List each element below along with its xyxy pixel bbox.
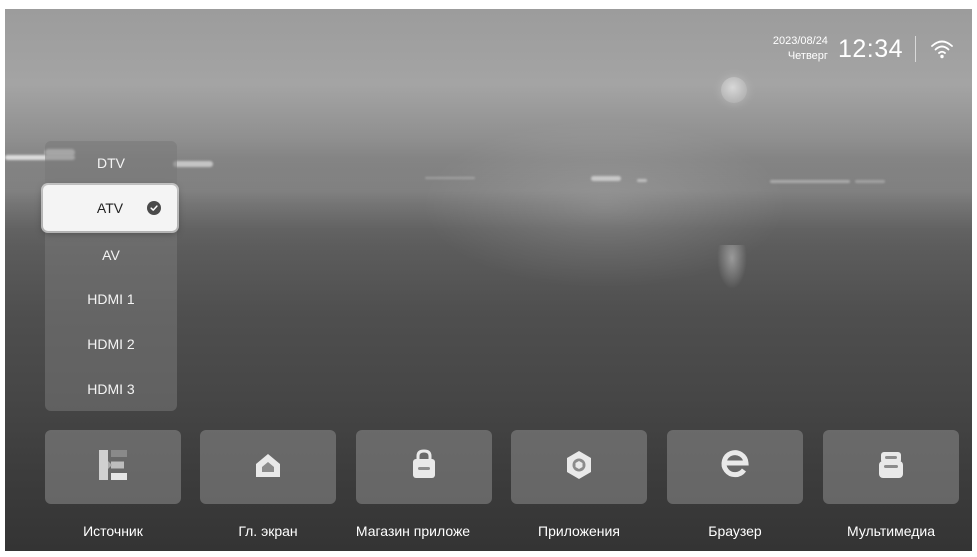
dock-label-home: Гл. экран [238, 523, 298, 539]
status-bar: 2023/08/24 Четверг 12:34 [773, 29, 956, 69]
dock-tile-multimedia[interactable] [823, 430, 959, 504]
dock-label-app-store: Магазин приложе [355, 523, 471, 539]
multimedia-icon [875, 449, 907, 486]
cloud [173, 161, 213, 167]
wifi-icon[interactable] [928, 37, 956, 61]
home-icon [253, 450, 283, 485]
dock-tile-home[interactable] [200, 430, 336, 504]
source-item-label: AV [102, 247, 120, 263]
cloud [425, 177, 475, 179]
apps-icon [563, 449, 595, 486]
dock-label-browser: Браузер [708, 523, 762, 539]
cloud [855, 180, 885, 183]
dock-label-source: Источник [83, 523, 143, 539]
dock-tile-source[interactable] [45, 430, 181, 504]
dock-label-apps: Приложения [538, 523, 620, 539]
sun-image [721, 77, 747, 103]
dock-tile-apps[interactable] [511, 430, 647, 504]
source-item-label: HDMI 3 [87, 381, 135, 397]
source-icon [96, 448, 130, 487]
source-item-hdmi1[interactable]: HDMI 1 [45, 277, 177, 321]
checkmark-icon [147, 201, 161, 215]
cloud [591, 176, 621, 181]
clock-time: 12:34 [837, 34, 903, 63]
dock-label-multimedia: Мультимедиа [847, 523, 935, 539]
source-item-hdmi2[interactable]: HDMI 2 [45, 322, 177, 366]
weekday-text: Четверг [787, 50, 828, 62]
source-item-label: HDMI 2 [87, 336, 135, 352]
source-item-av[interactable]: AV [45, 233, 177, 277]
source-item-dtv[interactable]: DTV [45, 141, 177, 185]
dock-tile-browser[interactable] [667, 430, 803, 504]
tv-home-screen: 2023/08/24 Четверг 12:34 DTV ATV AV HDMI… [5, 9, 972, 551]
source-item-hdmi3[interactable]: HDMI 3 [45, 367, 177, 411]
date-text: 2023/08/24 [772, 35, 828, 47]
cloud [637, 179, 647, 182]
date-block: 2023/08/24 Четверг [773, 35, 828, 63]
source-item-label: ATV [96, 200, 124, 216]
sun-reflection [717, 245, 747, 289]
source-item-atv[interactable]: ATV [43, 185, 177, 231]
dock-tile-app-store[interactable] [356, 430, 492, 504]
cloud [770, 180, 850, 183]
app-store-icon [409, 448, 439, 486]
status-divider [915, 36, 916, 62]
browser-icon [718, 448, 752, 487]
source-item-label: DTV [97, 155, 125, 171]
source-item-label: HDMI 1 [87, 291, 135, 307]
